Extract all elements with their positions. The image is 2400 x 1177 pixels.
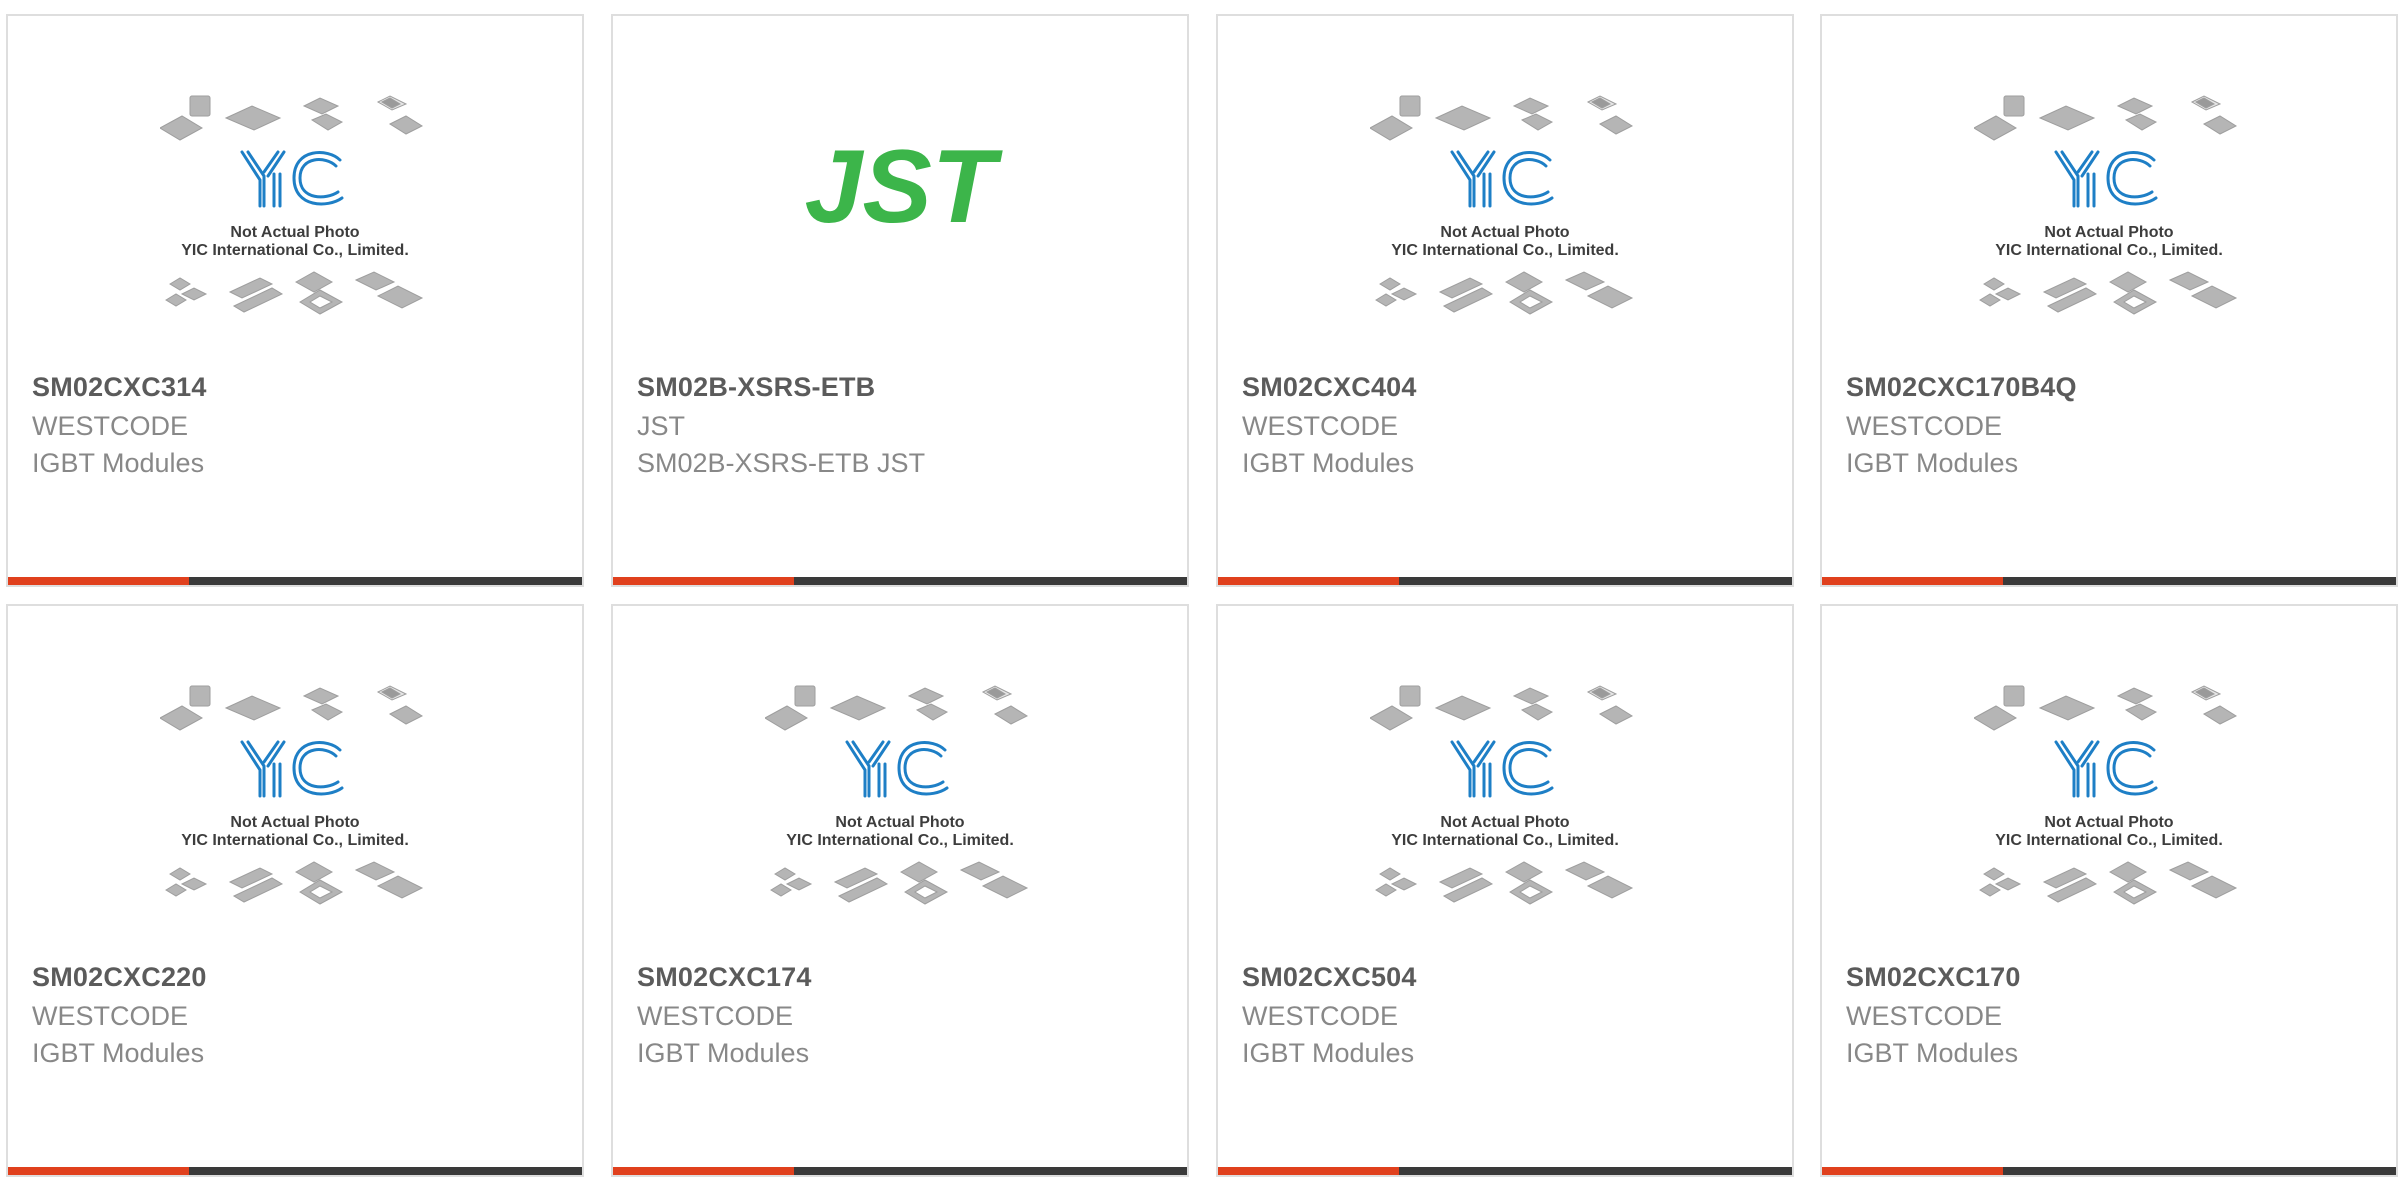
part-number-link[interactable]: SM02CXC170B4Q	[1846, 372, 2077, 403]
part-number-link[interactable]: SM02B-XSRS-ETB	[637, 372, 875, 403]
jst-logo-text: JST	[805, 129, 1003, 245]
placeholder-caption-line2: YIC International Co., Limited.	[1391, 832, 1619, 849]
placeholder-caption-line1: Not Actual Photo	[1440, 224, 1569, 241]
yic-placeholder-image: Not Actual Photo YIC International Co., …	[765, 685, 1029, 905]
yic-placeholder-image: Not Actual Photo YIC International Co., …	[160, 95, 424, 315]
product-card[interactable]: Not Actual Photo YIC International Co., …	[1216, 604, 1794, 1177]
card-bottom-bar	[8, 577, 582, 585]
product-card[interactable]: JST SM02B-XSRS-ETB JST SM02B-XSRS-ETB JST	[611, 14, 1189, 587]
product-image[interactable]: Not Actual Photo YIC International Co., …	[8, 94, 582, 362]
product-card[interactable]: Not Actual Photo YIC International Co., …	[1216, 14, 1794, 587]
product-image[interactable]: Not Actual Photo YIC International Co., …	[613, 684, 1187, 952]
placeholder-caption-line1: Not Actual Photo	[835, 814, 964, 831]
product-card[interactable]: Not Actual Photo YIC International Co., …	[1820, 604, 2398, 1177]
placeholder-caption-line1: Not Actual Photo	[230, 814, 359, 831]
placeholder-caption-line1: Not Actual Photo	[230, 224, 359, 241]
category-label: IGBT Modules	[32, 448, 205, 478]
placeholder-caption-line2: YIC International Co., Limited.	[786, 832, 1014, 849]
placeholder-caption-line2: YIC International Co., Limited.	[181, 242, 409, 259]
yic-placeholder-image: Not Actual Photo YIC International Co., …	[1370, 685, 1634, 905]
manufacturer-label: WESTCODE	[1846, 411, 2003, 441]
product-image[interactable]: Not Actual Photo YIC International Co., …	[1822, 684, 2396, 952]
placeholder-caption-line2: YIC International Co., Limited.	[1995, 242, 2223, 259]
part-number-link[interactable]: SM02CXC504	[1242, 962, 1417, 993]
card-bottom-bar	[1218, 577, 1792, 585]
category-label: IGBT Modules	[1242, 448, 1415, 478]
yic-placeholder-image: Not Actual Photo YIC International Co., …	[160, 685, 424, 905]
product-image[interactable]: Not Actual Photo YIC International Co., …	[1218, 94, 1792, 362]
card-bottom-bar	[1822, 577, 2396, 585]
product-image[interactable]: Not Actual Photo YIC International Co., …	[8, 684, 582, 952]
card-bottom-bar	[613, 577, 1187, 585]
card-accent-bar	[613, 577, 794, 585]
placeholder-caption-line1: Not Actual Photo	[1440, 814, 1569, 831]
card-accent-bar	[8, 1167, 189, 1175]
manufacturer-label: JST	[637, 411, 686, 441]
product-grid: Not Actual Photo YIC International Co., …	[0, 0, 2400, 1177]
card-bottom-bar	[1218, 1167, 1792, 1175]
card-bottom-bar	[1822, 1167, 2396, 1175]
part-number-link[interactable]: SM02CXC170	[1846, 962, 2021, 993]
product-card[interactable]: Not Actual Photo YIC International Co., …	[1820, 14, 2398, 587]
placeholder-caption-line1: Not Actual Photo	[2044, 814, 2173, 831]
part-number-link[interactable]: SM02CXC174	[637, 962, 812, 993]
product-card[interactable]: Not Actual Photo YIC International Co., …	[6, 604, 584, 1177]
product-card[interactable]: Not Actual Photo YIC International Co., …	[6, 14, 584, 587]
placeholder-caption-line2: YIC International Co., Limited.	[1995, 832, 2223, 849]
category-label: IGBT Modules	[32, 1038, 205, 1068]
placeholder-caption-line1: Not Actual Photo	[2044, 224, 2173, 241]
product-image[interactable]: JST	[613, 94, 1187, 362]
card-accent-bar	[8, 577, 189, 585]
category-label: IGBT Modules	[1846, 1038, 2019, 1068]
product-image[interactable]: Not Actual Photo YIC International Co., …	[1218, 684, 1792, 952]
card-accent-bar	[1822, 1167, 2003, 1175]
manufacturer-label: WESTCODE	[32, 1001, 189, 1031]
yic-placeholder-image: Not Actual Photo YIC International Co., …	[1974, 95, 2238, 315]
manufacturer-label: WESTCODE	[1242, 411, 1399, 441]
jst-logo: JST	[805, 129, 1003, 245]
card-accent-bar	[1218, 1167, 1399, 1175]
part-number-link[interactable]: SM02CXC314	[32, 372, 207, 403]
part-number-link[interactable]: SM02CXC220	[32, 962, 207, 993]
card-bottom-bar	[613, 1167, 1187, 1175]
card-accent-bar	[613, 1167, 794, 1175]
yic-placeholder-image: Not Actual Photo YIC International Co., …	[1974, 685, 2238, 905]
manufacturer-label: WESTCODE	[637, 1001, 794, 1031]
product-card[interactable]: Not Actual Photo YIC International Co., …	[611, 604, 1189, 1177]
category-label: IGBT Modules	[637, 1038, 810, 1068]
manufacturer-label: WESTCODE	[32, 411, 189, 441]
part-number-link[interactable]: SM02CXC404	[1242, 372, 1417, 403]
placeholder-caption-line2: YIC International Co., Limited.	[181, 832, 409, 849]
card-accent-bar	[1218, 577, 1399, 585]
product-image[interactable]: Not Actual Photo YIC International Co., …	[1822, 94, 2396, 362]
card-accent-bar	[1822, 577, 2003, 585]
category-label: IGBT Modules	[1846, 448, 2019, 478]
placeholder-caption-line2: YIC International Co., Limited.	[1391, 242, 1619, 259]
manufacturer-label: WESTCODE	[1846, 1001, 2003, 1031]
manufacturer-label: WESTCODE	[1242, 1001, 1399, 1031]
card-bottom-bar	[8, 1167, 582, 1175]
category-label: IGBT Modules	[1242, 1038, 1415, 1068]
yic-placeholder-image: Not Actual Photo YIC International Co., …	[1370, 95, 1634, 315]
category-label: SM02B-XSRS-ETB JST	[637, 448, 926, 478]
